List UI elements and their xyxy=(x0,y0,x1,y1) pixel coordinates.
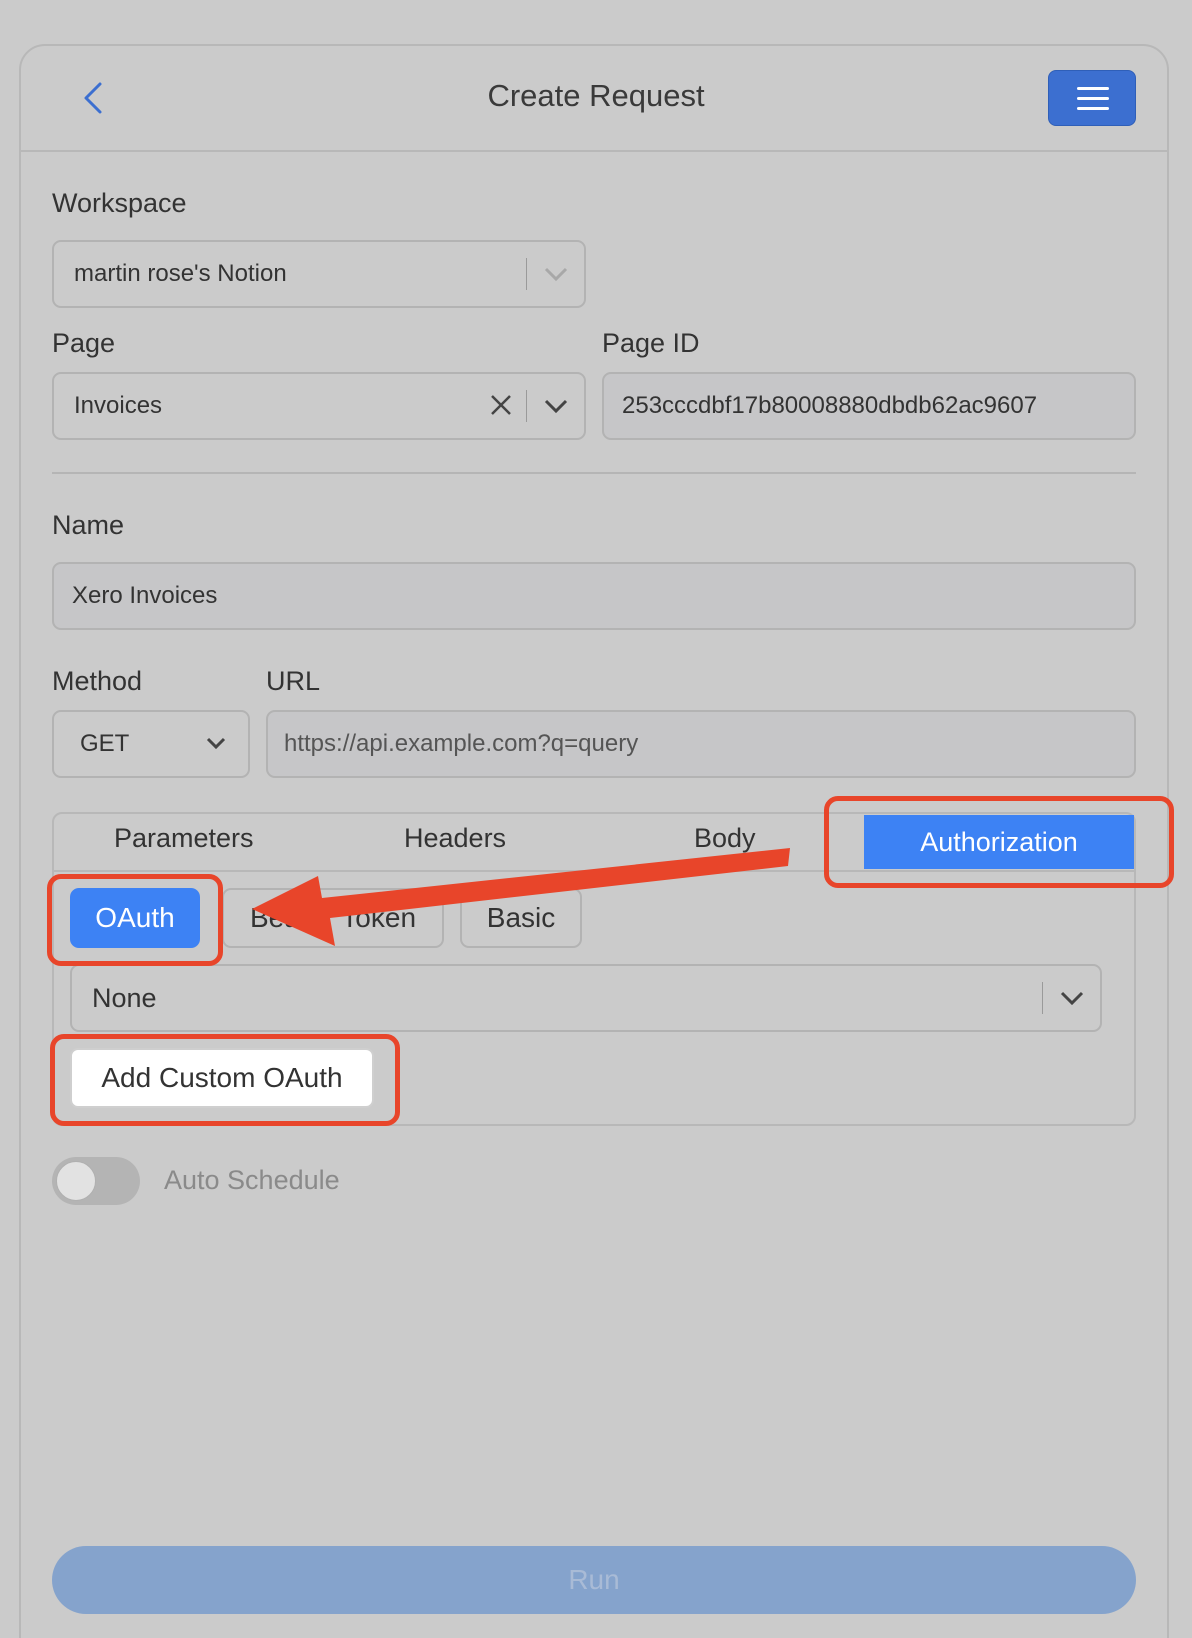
url-placeholder: https://api.example.com?q=query xyxy=(284,730,639,757)
url-label: URL xyxy=(266,666,321,696)
name-input[interactable]: Xero Invoices xyxy=(52,562,1136,630)
auth-type-basic[interactable]: Basic xyxy=(460,888,582,948)
toggle-knob xyxy=(56,1161,96,1201)
highlight-add-custom-oauth xyxy=(50,1034,400,1126)
name-value: Xero Invoices xyxy=(72,582,218,609)
highlight-oauth-tab xyxy=(47,874,223,966)
chevron-down-icon[interactable] xyxy=(1058,988,1086,1008)
close-icon[interactable] xyxy=(488,392,514,418)
tab-headers[interactable]: Headers xyxy=(404,823,506,854)
hamburger-icon xyxy=(1077,87,1109,90)
workspace-select[interactable]: martin rose's Notion xyxy=(52,240,586,308)
workspace-label: Workspace xyxy=(52,188,187,218)
page-id-label: Page ID xyxy=(602,328,700,358)
tab-body[interactable]: Body xyxy=(694,823,756,854)
auth-type-bearer-token[interactable]: Bearer Token xyxy=(222,888,444,948)
method-label: Method xyxy=(52,666,143,696)
page-label: Page xyxy=(52,328,116,358)
highlight-authorization-tab xyxy=(824,796,1174,888)
workspace-separator xyxy=(526,258,527,290)
chevron-down-icon[interactable] xyxy=(204,734,228,752)
auto-schedule-toggle[interactable] xyxy=(52,1157,140,1205)
chevron-down-icon[interactable] xyxy=(542,396,570,416)
run-button[interactable]: Run xyxy=(52,1546,1136,1614)
tab-parameters[interactable]: Parameters xyxy=(114,823,254,854)
chevron-down-icon[interactable] xyxy=(542,264,570,284)
page-id-value: 253cccdbf17b80008880dbdb62ac9607 xyxy=(622,392,1038,419)
page-id-field[interactable]: 253cccdbf17b80008880dbdb62ac9607 xyxy=(602,372,1136,440)
workspace-value: martin rose's Notion xyxy=(74,260,287,287)
page-title: Create Request xyxy=(487,78,705,113)
name-label: Name xyxy=(52,510,125,540)
oauth-select-separator xyxy=(1042,982,1043,1014)
oauth-select[interactable]: None xyxy=(70,964,1102,1032)
url-input[interactable]: https://api.example.com?q=query xyxy=(266,710,1136,778)
auto-schedule-label: Auto Schedule xyxy=(164,1165,340,1195)
oauth-select-value: None xyxy=(92,982,157,1013)
section-divider xyxy=(52,472,1136,474)
page-separator xyxy=(526,390,527,422)
method-value: GET xyxy=(80,730,130,757)
page-value: Invoices xyxy=(74,392,163,419)
menu-button[interactable] xyxy=(1048,70,1136,126)
